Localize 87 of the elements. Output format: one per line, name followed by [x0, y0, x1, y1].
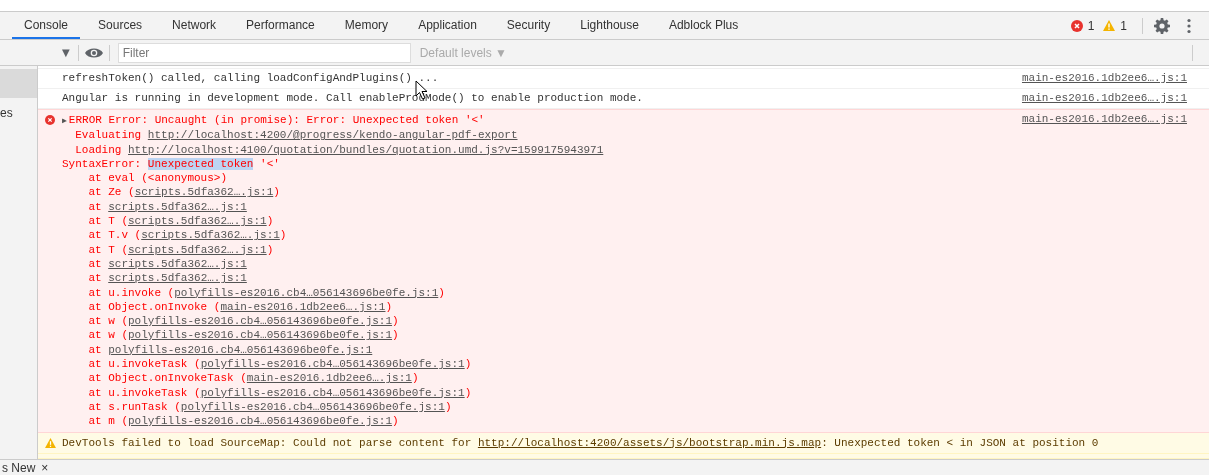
source-link[interactable]: polyfills-es2016.cb4…056143696be0fe.js:1 — [108, 343, 373, 356]
panel-tab[interactable]: Application — [406, 12, 489, 39]
filter-field[interactable]: Filter — [117, 42, 411, 63]
selected-text: Unexpected token — [147, 157, 254, 170]
source-link[interactable]: http://localhost:4100/quotation/bundles/quotation.umd.js?v=1599175943971 — [128, 143, 604, 156]
message-text: ) — [464, 386, 472, 399]
source-link[interactable]: scripts.5dfa362….js:1 — [128, 215, 267, 228]
error-icon — [1070, 19, 1083, 32]
message-text: ) — [385, 300, 393, 313]
message-text: ERROR Error: Uncaught (in promise): Error: Unexpected token '<' — [68, 114, 485, 126]
message-text: at w ( — [87, 315, 128, 328]
expand-arrow[interactable]: ▶ — [62, 116, 67, 125]
message-text: ) — [273, 186, 280, 199]
message-text: at Object.onInvokeTask ( — [87, 372, 247, 385]
message-text: ) — [266, 243, 274, 256]
message-text: at T ( — [87, 215, 128, 228]
error-icon — [45, 115, 55, 125]
sidebar-item[interactable]: es — [0, 98, 37, 127]
message-text: at m ( — [87, 415, 128, 428]
warning-icon — [1103, 20, 1116, 31]
message-text: ) — [266, 215, 274, 228]
message-text: ) — [392, 329, 399, 342]
eye-icon[interactable] — [84, 46, 103, 59]
message-text: at s.runTask ( — [87, 400, 181, 413]
message-text: at — [87, 257, 103, 270]
source-link[interactable]: main-es2016.1db2ee6….js:1 — [246, 372, 412, 385]
source-link[interactable]: scripts.5dfa362….js:1 — [141, 229, 280, 242]
source-link[interactable]: scripts.5dfa362….js:1 — [108, 257, 247, 270]
source-link[interactable]: polyfills-es2016.cb4…056143696be0fe.js:1 — [128, 415, 393, 428]
warning-count: 1 — [1120, 18, 1127, 33]
message-text: ) — [464, 358, 472, 371]
message-text: at u.invoke ( — [87, 286, 175, 299]
message-text: at — [87, 200, 103, 213]
message-text: ) — [444, 400, 452, 413]
message-text: at — [87, 272, 103, 285]
source-link[interactable]: polyfills-es2016.cb4…056143696be0fe.js:1 — [180, 400, 445, 413]
panel-tab[interactable]: Network — [160, 12, 229, 39]
source-link[interactable]: scripts.5dfa362….js:1 — [108, 272, 247, 285]
drawer-tab[interactable]: s New — [2, 460, 36, 475]
message-text: at u.invokeTask ( — [87, 386, 201, 399]
error-count: 1 — [1087, 18, 1095, 33]
message-text: at w ( — [87, 329, 128, 342]
message-text: ) — [392, 315, 399, 328]
message-text: at T ( — [87, 243, 128, 256]
message-text: Evaluating — [74, 129, 143, 142]
context-dropdown[interactable]: ▼ — [62, 47, 70, 58]
panel-tab[interactable]: Sources — [86, 12, 155, 39]
message-text: Loading — [74, 143, 123, 156]
message-text: at Object.onInvoke ( — [87, 300, 221, 313]
source-link[interactable]: scripts.5dfa362….js:1 — [108, 200, 247, 213]
message-text: '<' — [259, 157, 280, 170]
message-text: ) — [438, 286, 445, 299]
message-text: at — [87, 343, 103, 356]
source-link[interactable]: polyfills-es2016.cb4…056143696be0fe.js:1 — [128, 329, 393, 342]
close-icon[interactable]: × — [41, 460, 49, 475]
message-text: ) — [411, 372, 419, 385]
message-text: ) — [279, 229, 287, 242]
source-link[interactable]: polyfills-es2016.cb4…056143696be0fe.js:1 — [200, 358, 465, 371]
message-text: at T.v ( — [87, 229, 142, 242]
panel-tab[interactable]: Memory — [332, 12, 401, 39]
more-menu-icon[interactable] — [1187, 17, 1191, 34]
message-text: refreshToken() called, calling loadConfigAndPlugins() ... — [62, 72, 439, 84]
message-text: : Unexpected token < in JSON at position 0 — [821, 436, 1099, 449]
warning-icon — [44, 437, 56, 448]
panel-tab[interactable]: Lighthouse — [568, 12, 651, 39]
message-text: SyntaxError: — [62, 157, 143, 170]
message-text: Angular is running in development mode. Call enableProdMode() to enable production mode. — [62, 92, 643, 104]
source-link[interactable]: main-es2016.1db2ee6….js:1 — [1021, 113, 1187, 429]
panel-tab[interactable]: Performance — [234, 12, 327, 39]
source-link[interactable]: main-es2016.1db2ee6….js:1 — [1021, 72, 1187, 85]
source-link[interactable]: main-es2016.1db2ee6….js:1 — [1021, 92, 1187, 105]
source-link[interactable]: main-es2016.1db2ee6….js:1 — [220, 300, 386, 313]
message-text: at Ze ( — [87, 186, 135, 199]
source-link[interactable]: polyfills-es2016.cb4…056143696be0fe.js:1 — [200, 386, 465, 399]
source-link[interactable]: http://localhost:4200/assets/js/bootstrap.min.js.map — [477, 436, 822, 449]
panel-tab[interactable]: Security — [494, 12, 563, 39]
source-link[interactable]: http://localhost:4200/@progress/kendo-angular-pdf-export — [147, 129, 518, 142]
message-text: ) — [392, 415, 399, 428]
settings-icon[interactable] — [1154, 17, 1170, 34]
message-text: at u.invokeTask ( — [87, 358, 201, 371]
source-link[interactable]: polyfills-es2016.cb4…056143696be0fe.js:1 — [128, 315, 393, 328]
message-text: DevTools failed to load SourceMap: Could not parse content for — [62, 436, 473, 449]
panel-tab[interactable]: Adblock Plus — [656, 12, 751, 39]
source-link[interactable]: scripts.5dfa362….js:1 — [134, 186, 274, 199]
source-link[interactable]: polyfills-es2016.cb4…056143696be0fe.js:1 — [174, 286, 439, 299]
source-link[interactable]: scripts.5dfa362….js:1 — [128, 243, 267, 256]
message-text: at eval (<anonymous>) — [87, 172, 228, 185]
